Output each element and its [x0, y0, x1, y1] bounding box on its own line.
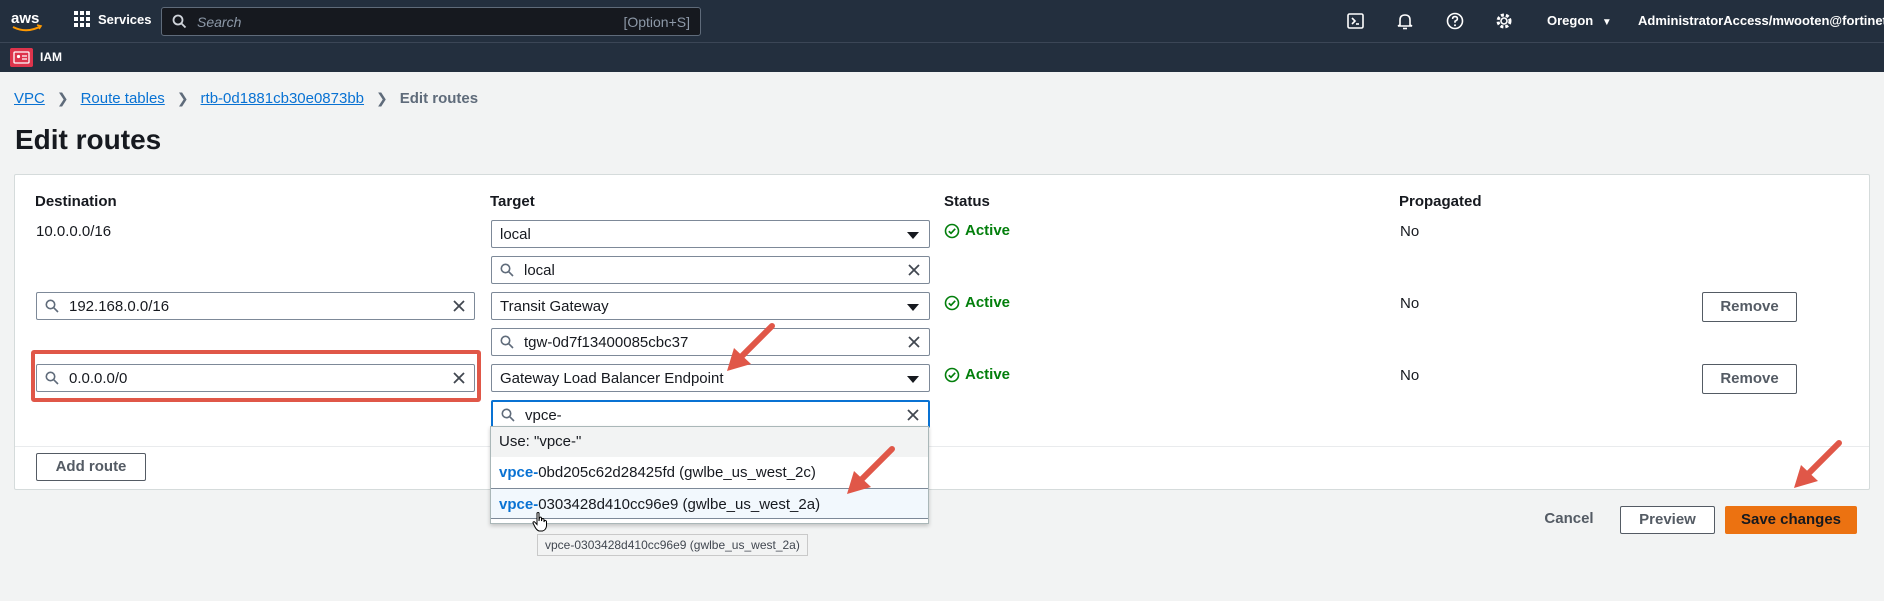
account-label: AdministratorAccess/mwooten@fortinet.com [1638, 13, 1884, 28]
status-label: Active [965, 222, 1011, 239]
check-circle-icon [944, 367, 960, 382]
clear-icon[interactable] [906, 408, 920, 422]
target-options-dropdown: Use: "vpce-" vpce-0bd205c62d28425fd (gwl… [490, 426, 929, 524]
option-tooltip: vpce-0303428d410cc96e9 (gwlbe_us_west_2a… [537, 534, 808, 556]
search-icon [45, 299, 59, 313]
dropdown-option-highlighted[interactable]: vpce-0303428d410cc96e9 (gwlbe_us_west_2a… [491, 488, 928, 519]
target-select-2[interactable]: Transit Gateway [491, 292, 930, 320]
account-menu[interactable]: AdministratorAccess/mwooten@fortinet.com [1638, 13, 1884, 28]
bell-icon[interactable] [1395, 11, 1415, 31]
chevron-right-icon: ❯ [176, 90, 189, 106]
check-circle-icon [944, 223, 960, 238]
region-selector[interactable]: Oregon ▼ [1547, 13, 1612, 28]
services-menu-button[interactable]: Services [74, 11, 152, 27]
target-select-value: Transit Gateway [500, 298, 609, 315]
route-propagated-3: No [1400, 367, 1420, 384]
search-icon [172, 14, 187, 29]
services-label: Services [98, 11, 152, 27]
route-propagated-2: No [1400, 295, 1420, 312]
remove-route-button-3[interactable]: Remove [1702, 364, 1797, 394]
iam-service-icon[interactable] [10, 48, 33, 67]
option-rest-text: 0303428d410cc96e9 (gwlbe_us_west_2a) [538, 496, 821, 513]
breadcrumb-current: Edit routes [399, 90, 479, 107]
route-destination-1: 10.0.0.0/16 [36, 223, 112, 240]
chevron-right-icon: ❯ [56, 90, 69, 106]
target-search-value: local [524, 262, 555, 279]
clear-icon[interactable] [907, 335, 921, 349]
status-label: Active [965, 294, 1011, 311]
target-search-input-3[interactable]: vpce- [491, 400, 930, 428]
caret-down-icon [907, 304, 919, 311]
remove-route-button-2[interactable]: Remove [1702, 292, 1797, 322]
search-icon [500, 263, 514, 277]
caret-down-icon [907, 376, 919, 383]
breadcrumb-route-tables[interactable]: Route tables [81, 90, 165, 107]
cloudshell-icon[interactable] [1346, 11, 1366, 31]
destination-value: 192.168.0.0/16 [69, 298, 170, 315]
save-changes-button[interactable]: Save changes [1725, 506, 1857, 534]
target-select-value: local [500, 226, 531, 243]
caret-down-icon [907, 232, 919, 239]
top-navigation: aws Services Search [Option+S] Oregon ▼ … [0, 0, 1884, 42]
page-title: Edit routes [15, 124, 162, 155]
target-select-1[interactable]: local [491, 220, 930, 248]
route-propagated-1: No [1400, 223, 1420, 240]
search-placeholder: Search [197, 14, 242, 30]
search-input[interactable]: Search [Option+S] [161, 7, 701, 36]
column-header-destination: Destination [35, 193, 117, 210]
grid-menu-icon [74, 11, 90, 27]
target-select-3[interactable]: Gateway Load Balancer Endpoint [491, 364, 930, 392]
column-header-propagated: Propagated [1399, 193, 1482, 210]
routes-card: Destination Target Status Propagated 10.… [14, 174, 1870, 490]
column-header-status: Status [944, 193, 990, 210]
hand-cursor-icon [532, 512, 547, 532]
iam-shortcut-label[interactable]: IAM [40, 50, 62, 64]
search-icon [501, 408, 515, 422]
card-divider [15, 446, 1869, 447]
help-icon[interactable] [1445, 11, 1465, 31]
target-search-input-1[interactable]: local [491, 256, 930, 284]
clear-icon[interactable] [452, 299, 466, 313]
option-match-text: vpce- [499, 496, 539, 513]
breadcrumb-vpc[interactable]: VPC [14, 90, 45, 107]
route-status-1: Active [944, 222, 1010, 239]
svg-text:aws: aws [11, 10, 39, 27]
add-route-button[interactable]: Add route [36, 453, 146, 481]
dropdown-option[interactable]: vpce-0bd205c62d28425fd (gwlbe_us_west_2c… [491, 457, 928, 488]
breadcrumb: VPC ❯ Route tables ❯ rtb-0d1881cb30e0873… [14, 90, 478, 107]
option-rest-text: 0bd205c62d28425fd (gwlbe_us_west_2c) [538, 464, 816, 481]
clear-icon[interactable] [907, 263, 921, 277]
cancel-button[interactable]: Cancel [1526, 506, 1612, 534]
target-search-value: tgw-0d7f13400085cbc37 [524, 334, 689, 351]
chevron-right-icon: ❯ [376, 90, 388, 106]
route-status-2: Active [944, 294, 1010, 311]
status-label: Active [965, 366, 1011, 383]
target-search-input-2[interactable]: tgw-0d7f13400085cbc37 [491, 328, 930, 356]
caret-down-icon: ▼ [1601, 17, 1612, 28]
annotation-highlight-box [31, 350, 481, 402]
gear-icon[interactable] [1494, 11, 1514, 31]
route-status-3: Active [944, 366, 1010, 383]
service-shortcuts-bar: IAM [0, 42, 1884, 72]
target-select-value: Gateway Load Balancer Endpoint [500, 370, 724, 387]
target-search-value: vpce- [525, 407, 562, 424]
dropdown-use-option[interactable]: Use: "vpce-" [491, 427, 928, 457]
destination-input-2[interactable]: 192.168.0.0/16 [36, 292, 475, 320]
column-header-target: Target [490, 193, 535, 210]
aws-logo[interactable]: aws [10, 8, 44, 34]
breadcrumb-route-table-id[interactable]: rtb-0d1881cb30e0873bb [201, 90, 364, 107]
preview-button[interactable]: Preview [1620, 506, 1715, 534]
region-label: Oregon [1547, 13, 1594, 28]
search-icon [500, 335, 514, 349]
search-shortcut: [Option+S] [623, 14, 690, 30]
option-match-text: vpce- [499, 464, 539, 481]
check-circle-icon [944, 295, 960, 310]
